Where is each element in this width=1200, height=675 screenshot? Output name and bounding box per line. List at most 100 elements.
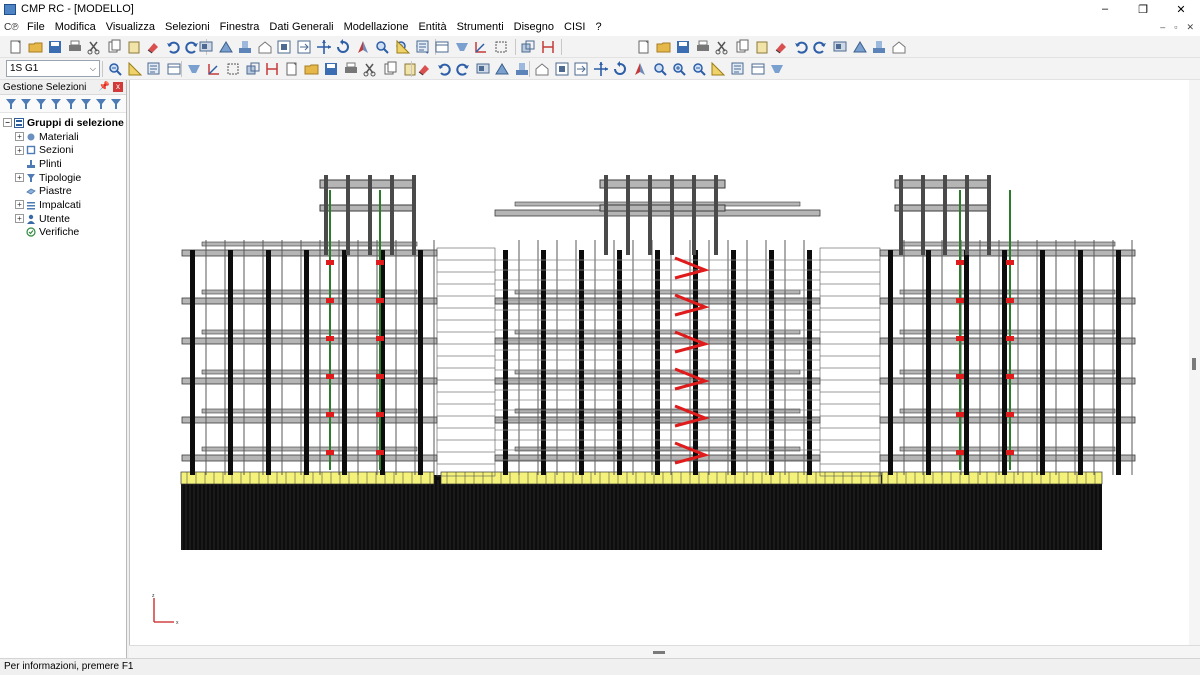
view-tool-icon[interactable] [691, 61, 707, 77]
toolbar-tool-icon[interactable] [540, 39, 556, 55]
toolbar-tool-icon[interactable] [316, 39, 332, 55]
expand-icon[interactable]: + [15, 132, 24, 142]
toolbar-tool-icon[interactable] [335, 39, 351, 55]
view-tool-icon[interactable] [769, 61, 785, 77]
tree-item-materiali[interactable]: + Materiali [0, 130, 126, 144]
view-tool-icon[interactable] [710, 61, 726, 77]
toolbar-tool-icon[interactable] [832, 39, 848, 55]
toolbar-tool-icon[interactable] [473, 39, 489, 55]
menu-selezioni[interactable]: Selezioni [160, 21, 215, 33]
toolbar-tool-icon[interactable] [145, 39, 161, 55]
pin-icon[interactable]: 📌 [99, 81, 110, 92]
filter-icon[interactable] [35, 98, 47, 110]
expand-icon[interactable]: + [15, 214, 24, 224]
toolbar-tool-icon[interactable] [374, 39, 390, 55]
toolbar-tool-icon[interactable] [695, 39, 711, 55]
view-tool-icon[interactable] [206, 61, 222, 77]
toolbar-tool-icon[interactable] [734, 39, 750, 55]
toolbar-tool-icon[interactable] [773, 39, 789, 55]
toolbar-tool-icon[interactable] [871, 39, 887, 55]
tree-item-sezioni[interactable]: + Sezioni [0, 143, 126, 157]
toolbar-tool-icon[interactable] [67, 39, 83, 55]
tree-item-tipologie[interactable]: + Tipologie [0, 171, 126, 185]
collapse-icon[interactable]: − [3, 118, 12, 128]
view-tool-icon[interactable] [514, 61, 530, 77]
panel-close-icon[interactable]: x [113, 82, 123, 92]
view-tool-icon[interactable] [534, 61, 550, 77]
view-tool-icon[interactable] [494, 61, 510, 77]
toolbar-tool-icon[interactable] [852, 39, 868, 55]
view-tool-icon[interactable] [107, 61, 123, 77]
menu-cisi[interactable]: CISI [559, 21, 590, 33]
toolbar-tool-icon[interactable] [165, 39, 181, 55]
view-tool-icon[interactable] [362, 61, 378, 77]
filter-icon[interactable] [95, 98, 107, 110]
vertical-scroll-thumb[interactable] [1192, 358, 1196, 370]
toolbar-tool-icon[interactable] [520, 39, 536, 55]
toolbar-tool-icon[interactable] [793, 39, 809, 55]
filter-icon[interactable] [20, 98, 32, 110]
view-tool-icon[interactable] [475, 61, 491, 77]
restore-button[interactable]: ❐ [1124, 0, 1162, 18]
toolbar-tool-icon[interactable] [454, 39, 470, 55]
view-tool-icon[interactable] [436, 61, 452, 77]
filter-icon[interactable] [50, 98, 62, 110]
toolbar-tool-icon[interactable] [106, 39, 122, 55]
toolbar-tool-icon[interactable] [355, 39, 371, 55]
toolbar-tool-icon[interactable] [237, 39, 253, 55]
toolbar-tool-icon[interactable] [276, 39, 292, 55]
toolbar-tool-icon[interactable] [754, 39, 770, 55]
menu-finestra[interactable]: Finestra [215, 21, 265, 33]
tree-item-plinti[interactable]: Plinti [0, 157, 126, 171]
tree-item-utente[interactable]: + Utente [0, 212, 126, 226]
toolbar-tool-icon[interactable] [8, 39, 24, 55]
expand-icon[interactable]: + [15, 200, 24, 210]
toolbar-tool-icon[interactable] [656, 39, 672, 55]
toolbar-tool-icon[interactable] [28, 39, 44, 55]
tree-item-piastre[interactable]: Piastre [0, 184, 126, 198]
toolbar-tool-icon[interactable] [47, 39, 63, 55]
view-tool-icon[interactable] [127, 61, 143, 77]
view-tool-icon[interactable] [245, 61, 261, 77]
tree-root[interactable]: − Gruppi di selezione [0, 116, 126, 130]
filter-icon[interactable] [65, 98, 77, 110]
toolbar-tool-icon[interactable] [218, 39, 234, 55]
toolbar-tool-icon[interactable] [493, 39, 509, 55]
tree-item-verifiche[interactable]: Verifiche [0, 226, 126, 240]
filter-icon[interactable] [5, 98, 17, 110]
view-tool-icon[interactable] [593, 61, 609, 77]
horizontal-scroll-thumb[interactable] [653, 651, 665, 654]
view-tool-icon[interactable] [652, 61, 668, 77]
mdi-minimize-button[interactable]: – [1160, 22, 1165, 32]
toolbar-tool-icon[interactable] [86, 39, 102, 55]
toolbar-tool-icon[interactable] [257, 39, 273, 55]
view-tool-icon[interactable] [671, 61, 687, 77]
view-tool-icon[interactable] [284, 61, 300, 77]
toolbar-tool-icon[interactable] [395, 39, 411, 55]
view-tool-icon[interactable] [612, 61, 628, 77]
model-3d-viewport[interactable]: z x [129, 80, 1189, 645]
toolbar-tool-icon[interactable] [812, 39, 828, 55]
toolbar-tool-icon[interactable] [636, 39, 652, 55]
menu-strumenti[interactable]: Strumenti [452, 21, 509, 33]
view-tool-icon[interactable] [730, 61, 746, 77]
menu-modellazione[interactable]: Modellazione [339, 21, 414, 33]
close-window-button[interactable]: ✕ [1162, 0, 1200, 18]
view-tool-icon[interactable] [343, 61, 359, 77]
vertical-scrollbar[interactable] [1189, 80, 1200, 645]
expand-icon[interactable]: + [15, 173, 24, 183]
menu-dati-generali[interactable]: Dati Generali [264, 21, 338, 33]
view-tool-icon[interactable] [166, 61, 182, 77]
view-tool-icon[interactable] [382, 61, 398, 77]
toolbar-tool-icon[interactable] [714, 39, 730, 55]
toolbar-tool-icon[interactable] [434, 39, 450, 55]
menu-help[interactable]: ? [590, 21, 606, 33]
menu-modifica[interactable]: Modifica [50, 21, 101, 33]
expand-icon[interactable]: + [15, 145, 24, 155]
view-tool-icon[interactable] [225, 61, 241, 77]
view-tool-icon[interactable] [323, 61, 339, 77]
menu-visualizza[interactable]: Visualizza [101, 21, 160, 33]
minimize-button[interactable]: – [1086, 0, 1124, 18]
toolbar-tool-icon[interactable] [675, 39, 691, 55]
horizontal-scrollbar[interactable] [129, 645, 1200, 658]
